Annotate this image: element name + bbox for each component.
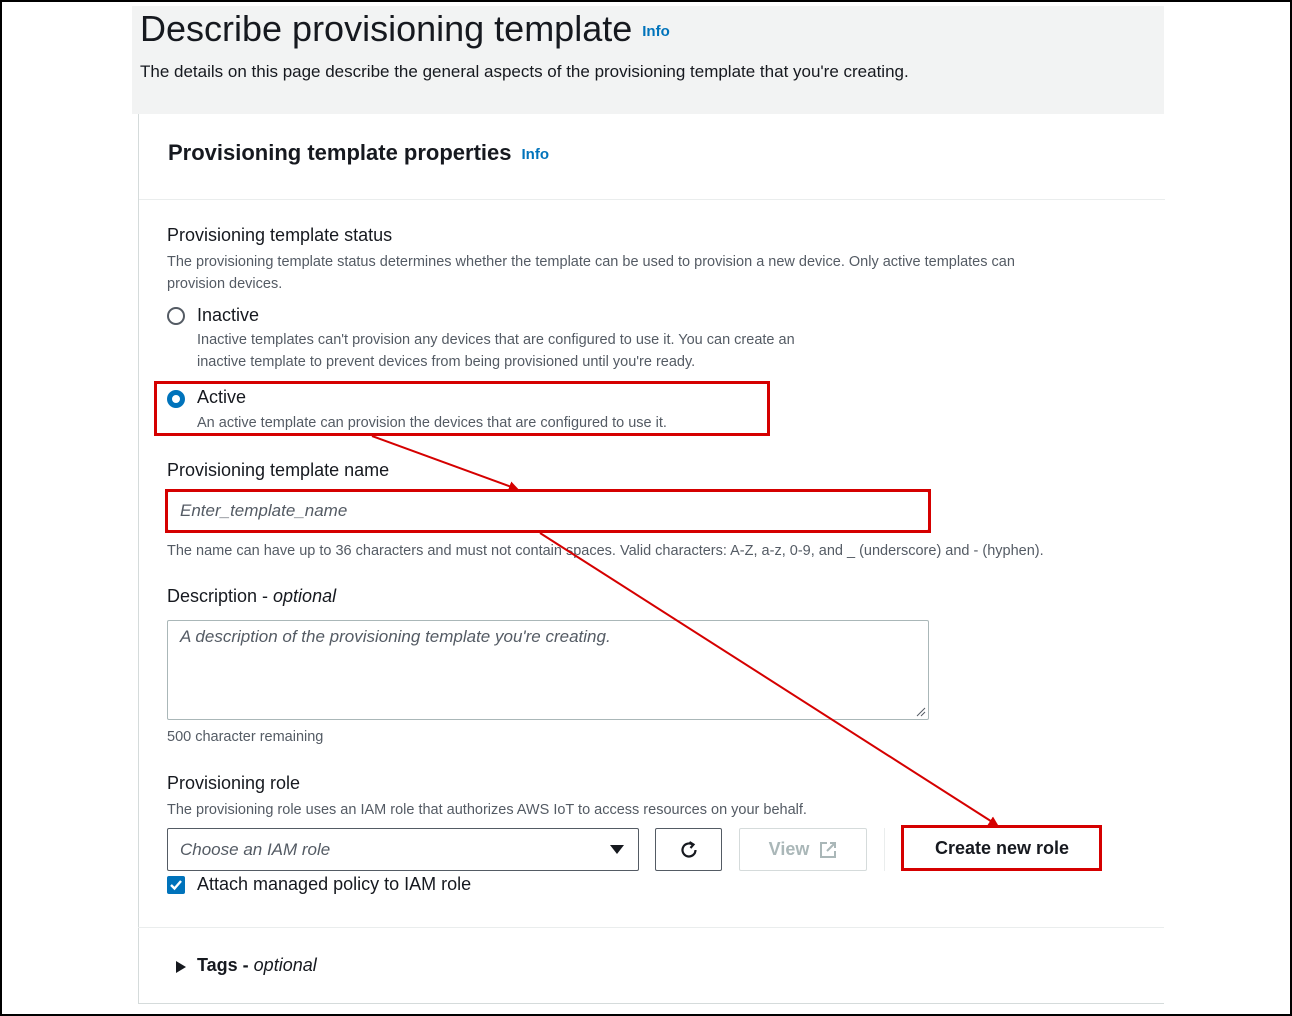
iam-role-select[interactable]: Choose an IAM role: [167, 828, 639, 871]
caret-right-icon[interactable]: [176, 961, 186, 973]
template-name-input[interactable]: Enter_template_name: [167, 491, 929, 531]
tags-label: Tags -: [197, 955, 254, 975]
tags-optional-text: optional: [253, 955, 317, 975]
refresh-icon: [680, 840, 697, 858]
status-label: Provisioning template status: [167, 225, 393, 245]
panel-header: Provisioning template properties Info: [139, 114, 1165, 200]
panel-title-text: Provisioning template properties: [168, 140, 512, 165]
description-placeholder: A description of the provisioning templa…: [180, 627, 611, 646]
create-new-role-button[interactable]: Create new role: [905, 828, 1099, 868]
page-title-text: Describe provisioning template: [140, 8, 633, 49]
button-divider: [884, 828, 885, 871]
page-title: Describe provisioning template Info: [140, 8, 670, 50]
tags-divider: [138, 927, 1164, 928]
check-icon: [170, 880, 182, 891]
radio-inactive-desc-line1: Inactive templates can't provision any d…: [197, 332, 795, 348]
view-button[interactable]: View: [739, 828, 867, 871]
status-hint-line1: The provisioning template status determi…: [167, 254, 1015, 270]
status-hint-line2: provision devices.: [167, 276, 283, 292]
radio-active-desc: An active template can provision the dev…: [197, 415, 667, 431]
tags-expander[interactable]: Tags - optional: [197, 955, 317, 976]
template-name-label: Provisioning template name: [167, 460, 390, 480]
role-label: Provisioning role: [167, 773, 301, 793]
panel-title: Provisioning template properties Info: [168, 140, 549, 166]
description-label-text: Description -: [167, 586, 274, 606]
radio-inactive-label[interactable]: Inactive: [197, 305, 259, 326]
radio-inactive-desc-line2: inactive template to prevent devices fro…: [197, 354, 696, 370]
role-hint: The provisioning role uses an IAM role t…: [167, 802, 807, 818]
iam-role-placeholder: Choose an IAM role: [180, 840, 331, 859]
bottom-rule: [138, 1003, 1164, 1004]
radio-active-label[interactable]: Active: [197, 387, 246, 408]
view-button-label: View: [768, 839, 810, 859]
page-header: Describe provisioning template Info The d…: [132, 6, 1164, 114]
description-label: Description - optional: [167, 586, 336, 607]
description-textarea[interactable]: A description of the provisioning templa…: [167, 620, 929, 720]
refresh-button[interactable]: [655, 828, 722, 871]
description-remaining: 500 character remaining: [167, 729, 324, 745]
radio-inactive[interactable]: [167, 307, 185, 325]
caret-down-icon: [610, 845, 624, 854]
external-link-icon: [820, 841, 837, 858]
attach-policy-label[interactable]: Attach managed policy to IAM role: [197, 874, 471, 895]
panel-info-link[interactable]: Info: [522, 146, 550, 163]
radio-active[interactable]: [167, 390, 185, 408]
template-name-hint: The name can have up to 36 characters an…: [167, 543, 1044, 559]
page-description: The details on this page describe the ge…: [140, 62, 909, 81]
attach-policy-checkbox[interactable]: [167, 876, 185, 894]
resize-grip-icon[interactable]: [916, 707, 926, 717]
description-optional-text: optional: [273, 586, 337, 606]
page-info-link[interactable]: Info: [642, 23, 670, 40]
